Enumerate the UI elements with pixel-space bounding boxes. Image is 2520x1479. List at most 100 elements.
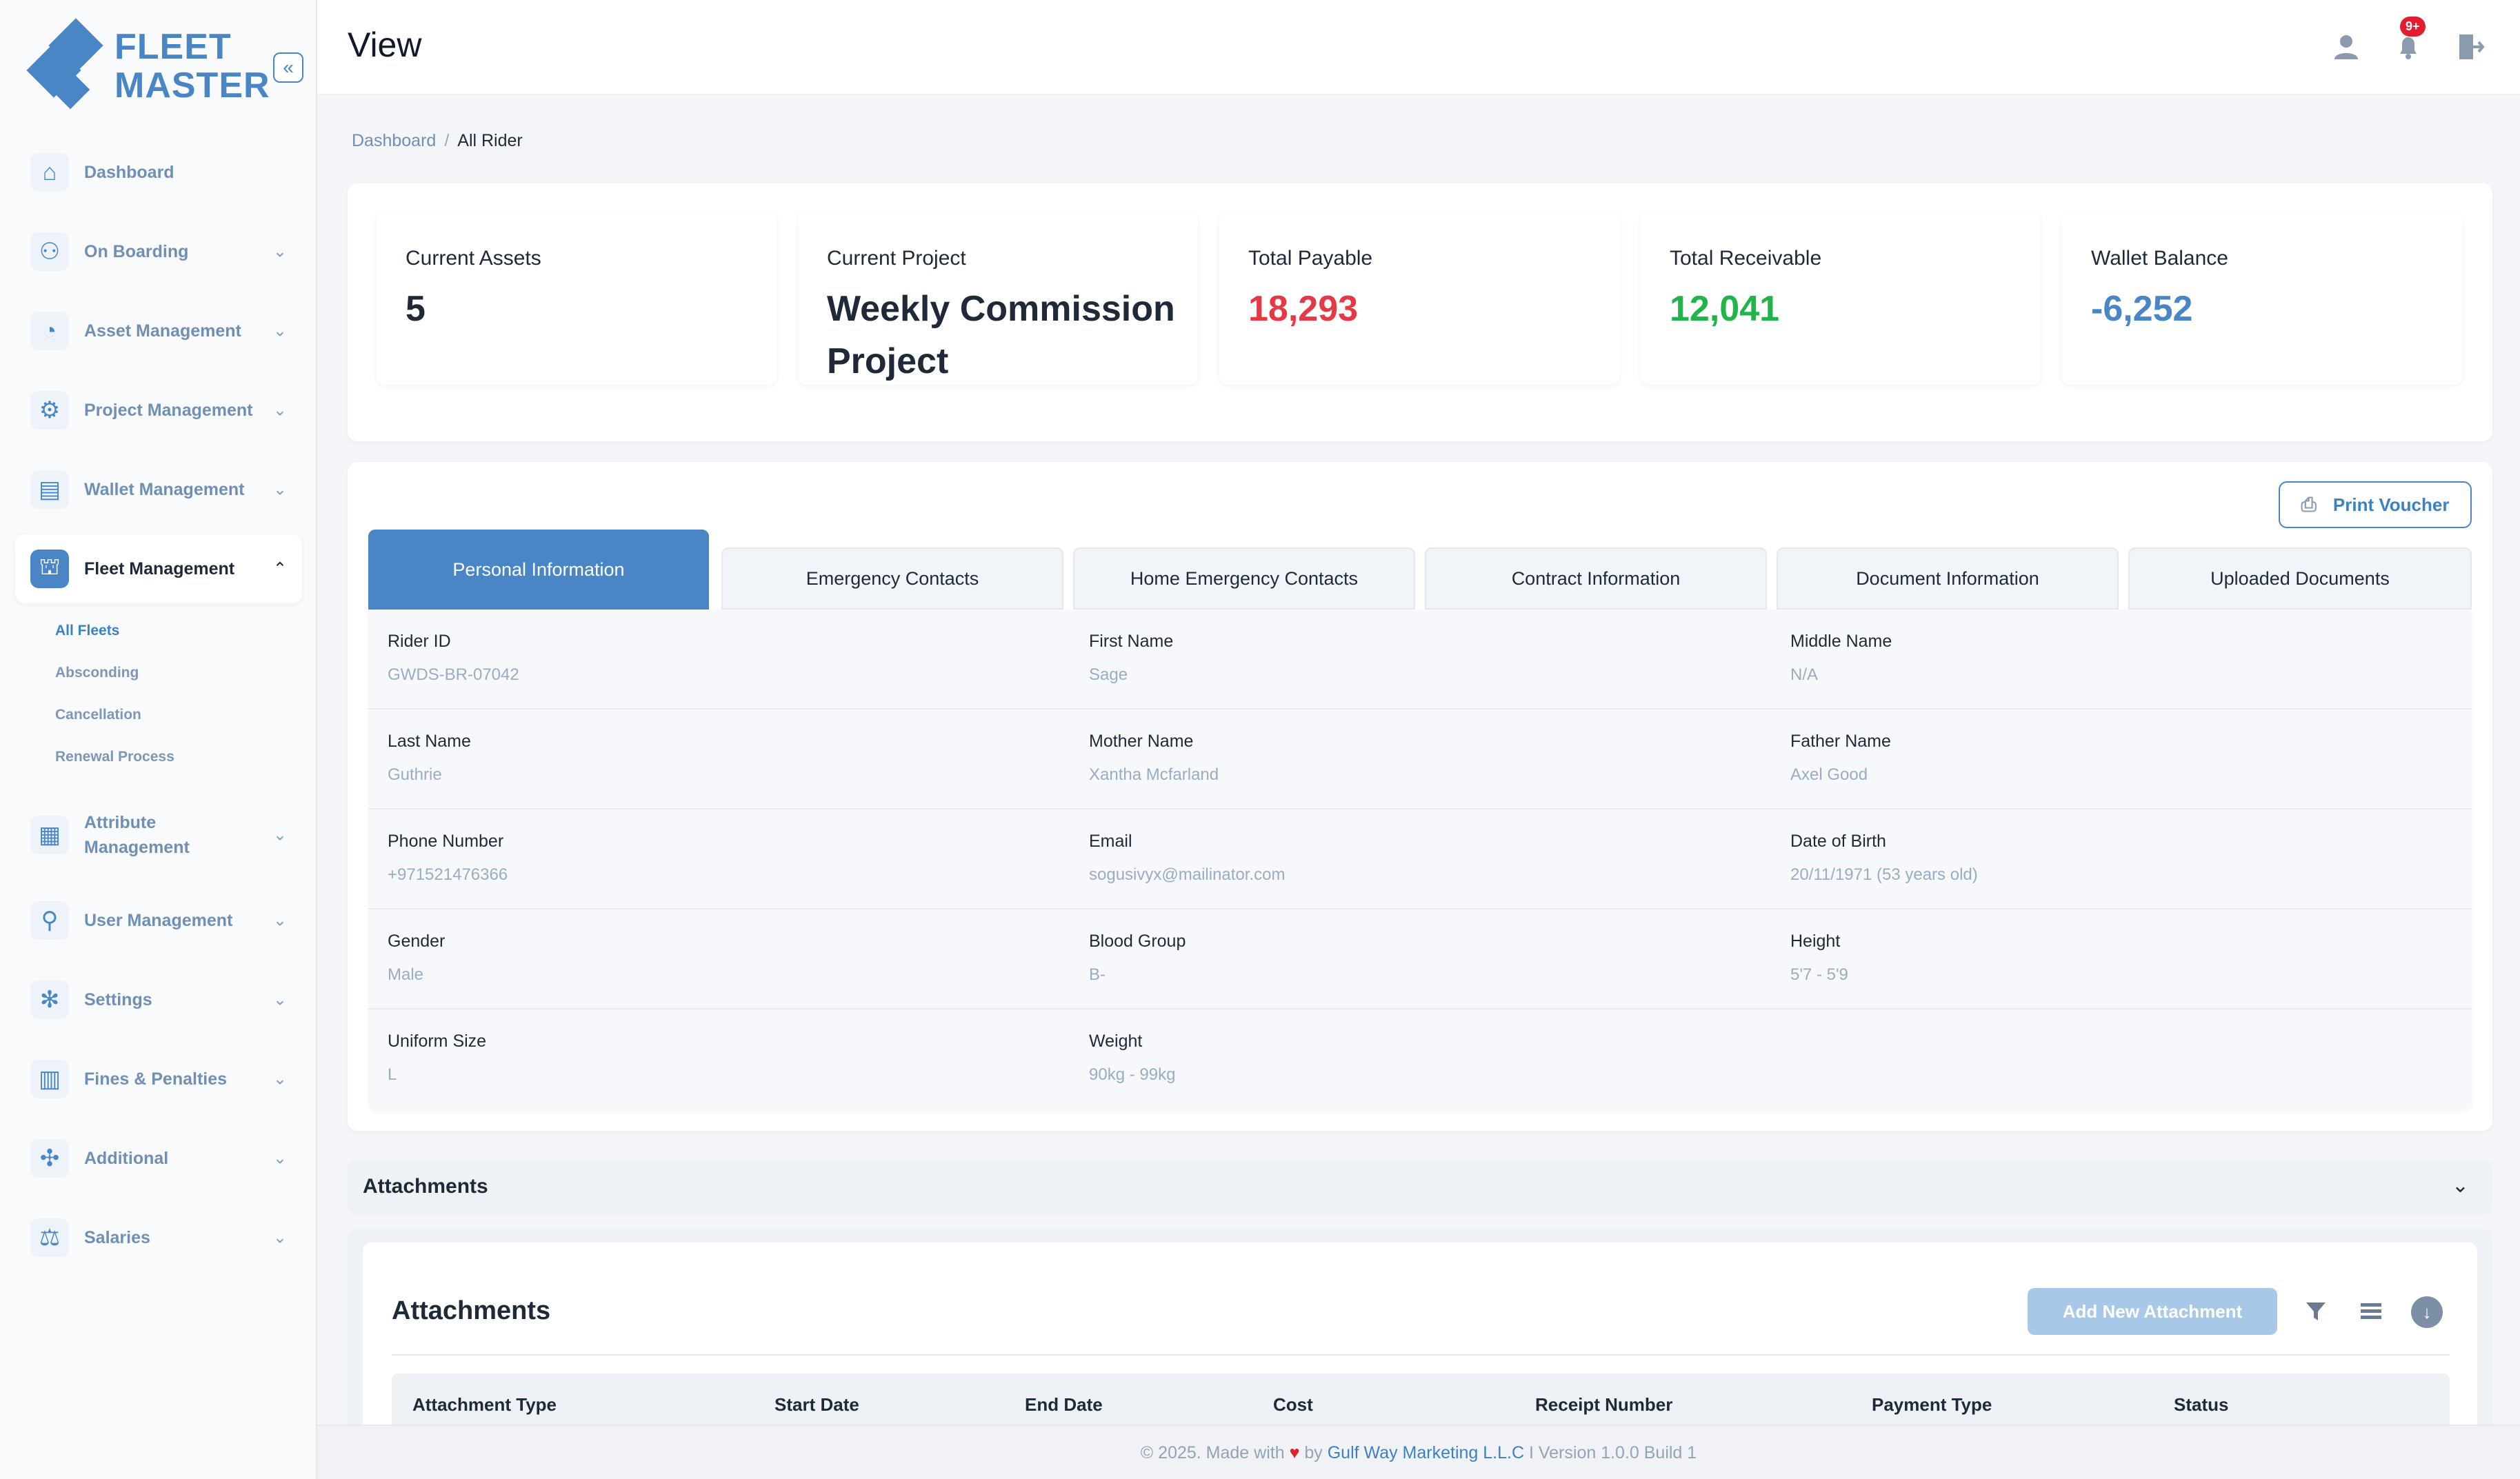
stats-summary-card: Current Assets 5 Current Project Weekly … bbox=[348, 183, 2492, 441]
double-chevron-left-icon[interactable]: « bbox=[273, 52, 303, 83]
chevron-down-icon: ⌄ bbox=[272, 911, 287, 930]
download-icon[interactable]: ↓ bbox=[2411, 1296, 2443, 1328]
field-value: 20/11/1971 (53 years old) bbox=[1790, 865, 1978, 884]
tab-uploaded-documents[interactable]: Uploaded Documents bbox=[2128, 547, 2472, 610]
chevron-down-icon: ⌄ bbox=[272, 321, 287, 341]
footer-company-link[interactable]: Gulf Way Marketing L.L.C bbox=[1328, 1443, 1524, 1462]
field-label: Email bbox=[1089, 832, 1132, 851]
chevron-down-icon: ⌄ bbox=[272, 242, 287, 261]
field-first-name: First Name Sage bbox=[1089, 632, 1173, 685]
tab-emergency-contacts[interactable]: Emergency Contacts bbox=[721, 547, 1063, 610]
field-label: Uniform Size bbox=[388, 1032, 487, 1051]
tab-document-information[interactable]: Document Information bbox=[1777, 547, 2119, 610]
field-label: Weight bbox=[1089, 1032, 1143, 1051]
field-label: Last Name bbox=[388, 732, 471, 751]
field-value: GWDS-BR-07042 bbox=[388, 665, 519, 684]
sidebar-item-dashboard[interactable]: ⌂ Dashboard bbox=[15, 138, 302, 207]
sidebar-item-fines-penalties[interactable]: ▥ Fines & Penalties ⌄ bbox=[15, 1045, 302, 1114]
logout-icon[interactable] bbox=[2451, 28, 2490, 66]
rider-info-card: ⎙ Print Voucher Personal Information Eme… bbox=[348, 462, 2492, 1131]
print-voucher-label: Print Voucher bbox=[2332, 494, 2450, 515]
field-label: First Name bbox=[1089, 632, 1174, 651]
top-header: View 9+ bbox=[317, 0, 2520, 95]
field-uniform-size: Uniform Size L bbox=[388, 1032, 486, 1085]
submenu-item-absconding[interactable]: Absconding bbox=[55, 652, 302, 694]
sidebar-item-label: Project Management bbox=[84, 401, 253, 420]
tab-personal-information[interactable]: Personal Information bbox=[368, 530, 709, 610]
additional-icon: ✣ bbox=[30, 1139, 69, 1178]
field-value: N/A bbox=[1790, 665, 1819, 684]
stat-wallet-balance: Wallet Balance -6,252 bbox=[2062, 212, 2462, 385]
attachments-accordion-title: Attachments bbox=[363, 1175, 488, 1198]
stat-current-assets: Current Assets 5 bbox=[377, 212, 777, 385]
submenu-item-all-fleets[interactable]: All Fleets bbox=[55, 610, 302, 652]
column-header-start-date[interactable]: Start Date bbox=[774, 1394, 859, 1416]
print-voucher-button[interactable]: ⎙ Print Voucher bbox=[2279, 481, 2472, 528]
home-icon: ⌂ bbox=[30, 153, 69, 192]
field-last-name: Last Name Guthrie bbox=[388, 732, 471, 785]
chevron-down-icon: ⌄ bbox=[272, 401, 287, 420]
submenu-item-renewal-process[interactable]: Renewal Process bbox=[55, 736, 302, 778]
submenu-item-cancellation[interactable]: Cancellation bbox=[55, 694, 302, 736]
columns-list-icon[interactable] bbox=[2350, 1291, 2392, 1332]
sidebar-item-label: Salaries bbox=[84, 1228, 150, 1247]
breadcrumb-current: All Rider bbox=[457, 131, 523, 150]
sidebar-item-label: Additional bbox=[84, 1149, 169, 1168]
sidebar-item-on-boarding[interactable]: ⚇ On Boarding ⌄ bbox=[15, 217, 302, 286]
asset-icon: ◔ bbox=[30, 312, 69, 350]
sidebar-item-project-management[interactable]: ⚙ Project Management ⌄ bbox=[15, 376, 302, 445]
breadcrumb-dashboard-link[interactable]: Dashboard bbox=[352, 131, 436, 150]
user-profile-icon[interactable] bbox=[2327, 28, 2366, 66]
attribute-icon: ▦ bbox=[30, 816, 69, 854]
sidebar-item-fleet-management[interactable]: ⛫ Fleet Management ⌃ bbox=[15, 534, 302, 603]
stat-total-receivable: Total Receivable 12,041 bbox=[1641, 212, 2041, 385]
field-label: Mother Name bbox=[1089, 732, 1194, 751]
breadcrumb-separator: / bbox=[444, 131, 450, 150]
page-footer: © 2025. Made with ♥ by Gulf Way Marketin… bbox=[317, 1425, 2520, 1479]
tab-contract-information[interactable]: Contract Information bbox=[1425, 547, 1767, 610]
sidebar-item-wallet-management[interactable]: ▤ Wallet Management ⌄ bbox=[15, 455, 302, 524]
column-header-status[interactable]: Status bbox=[2174, 1394, 2228, 1416]
column-header-receipt-number[interactable]: Receipt Number bbox=[1535, 1394, 1672, 1416]
logo-line-1: FLEET bbox=[114, 27, 232, 67]
field-value: Axel Good bbox=[1790, 765, 1868, 784]
logo-line-2: MASTER bbox=[114, 66, 270, 105]
field-phone-number: Phone Number +971521476366 bbox=[388, 832, 508, 885]
sidebar-item-additional[interactable]: ✣ Additional ⌄ bbox=[15, 1124, 302, 1193]
sidebar-item-salaries[interactable]: ⚖ Salaries ⌄ bbox=[15, 1203, 302, 1272]
column-header-cost[interactable]: Cost bbox=[1273, 1394, 1313, 1416]
column-header-payment-type[interactable]: Payment Type bbox=[1872, 1394, 1992, 1416]
stat-value: 18,293 bbox=[1248, 289, 1359, 329]
field-label: Rider ID bbox=[388, 632, 451, 651]
fleet-master-logo[interactable]: FLEET MASTER bbox=[26, 18, 270, 110]
filter-icon[interactable] bbox=[2295, 1291, 2337, 1332]
personal-info-grid: Rider ID GWDS-BR-07042 First Name Sage Mid… bbox=[368, 610, 2472, 1110]
column-header-end-date[interactable]: End Date bbox=[1025, 1394, 1103, 1416]
info-row: Uniform Size L Weight 90kg - 99kg bbox=[368, 1009, 2472, 1109]
info-tabs: Personal Information Emergency Contacts … bbox=[368, 530, 2472, 610]
sidebar-item-settings[interactable]: ✻ Settings ⌄ bbox=[15, 965, 302, 1034]
chevron-down-icon: ⌄ bbox=[272, 990, 287, 1009]
heart-icon: ♥ bbox=[1289, 1443, 1300, 1462]
field-value: sogusivyx@mailinator.com bbox=[1089, 865, 1286, 884]
field-label: Gender bbox=[388, 932, 446, 951]
sidebar-item-asset-management[interactable]: ◔ Asset Management ⌄ bbox=[15, 296, 302, 365]
chevron-down-icon: ⌄ bbox=[272, 1228, 287, 1247]
chevron-down-icon: ⌄ bbox=[272, 1149, 287, 1168]
info-row: Last Name Guthrie Mother Name Xantha Mcfar… bbox=[368, 710, 2472, 809]
tab-home-emergency-contacts[interactable]: Home Emergency Contacts bbox=[1073, 547, 1415, 610]
chevron-up-icon: ⌃ bbox=[272, 559, 287, 578]
sidebar-item-label: Dashboard bbox=[84, 163, 174, 182]
sidebar-item-label: Fleet Management bbox=[84, 559, 235, 578]
stat-label: Total Receivable bbox=[1670, 247, 1822, 270]
attachments-accordion-header[interactable]: Attachments ⌄ bbox=[348, 1160, 2492, 1215]
sidebar-item-user-management[interactable]: ⚲ User Management ⌄ bbox=[15, 886, 302, 955]
field-label: Father Name bbox=[1790, 732, 1891, 751]
add-new-attachment-button[interactable]: Add New Attachment bbox=[2028, 1288, 2277, 1335]
stat-label: Total Payable bbox=[1248, 247, 1373, 270]
onboarding-icon: ⚇ bbox=[30, 232, 69, 271]
field-value: Male bbox=[388, 965, 424, 984]
field-mother-name: Mother Name Xantha Mcfarland bbox=[1089, 732, 1219, 785]
sidebar-item-attribute-management[interactable]: ▦ Attribute Management ⌄ bbox=[15, 794, 302, 876]
column-header-attachment-type[interactable]: Attachment Type bbox=[412, 1394, 557, 1416]
